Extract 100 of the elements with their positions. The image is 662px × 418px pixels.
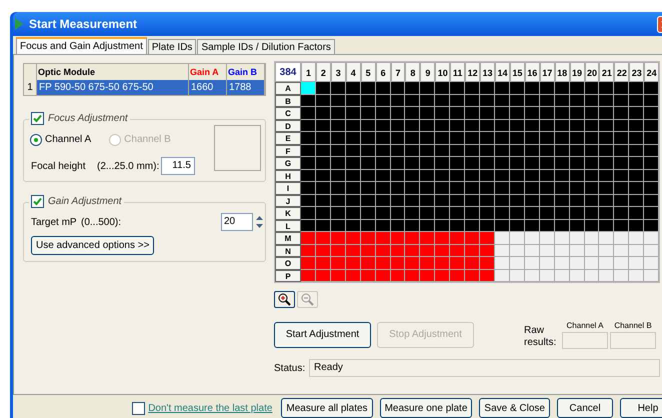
well[interactable] xyxy=(301,170,316,182)
column-header[interactable]: 3 xyxy=(330,62,346,82)
well[interactable] xyxy=(360,157,376,170)
column-header[interactable]: 19 xyxy=(570,62,585,82)
well[interactable] xyxy=(435,94,450,107)
row-header[interactable]: L xyxy=(275,220,301,232)
column-header[interactable]: 6 xyxy=(376,62,391,82)
well[interactable] xyxy=(465,132,480,144)
well[interactable] xyxy=(570,157,585,170)
well[interactable] xyxy=(360,132,376,144)
well[interactable] xyxy=(480,170,495,182)
well[interactable] xyxy=(435,82,450,94)
well[interactable] xyxy=(405,94,420,107)
well[interactable] xyxy=(450,132,466,144)
well[interactable] xyxy=(390,182,406,194)
focal-height-field[interactable]: 11.5 xyxy=(161,157,195,175)
well[interactable] xyxy=(316,82,331,94)
zoom-in-button[interactable] xyxy=(274,291,295,308)
table-row[interactable]: 1 FP 590-50 675-50 675-50 1660 1788 xyxy=(24,80,265,95)
footer-button[interactable]: Measure one plate xyxy=(380,398,472,418)
well[interactable] xyxy=(570,182,585,194)
well[interactable] xyxy=(614,182,630,194)
well[interactable] xyxy=(584,182,600,194)
well[interactable] xyxy=(480,207,495,220)
well[interactable] xyxy=(524,132,540,144)
well[interactable] xyxy=(629,107,644,120)
well[interactable] xyxy=(540,182,555,194)
well[interactable] xyxy=(540,82,555,94)
well[interactable] xyxy=(480,120,495,132)
column-header[interactable]: 13 xyxy=(480,62,495,82)
well[interactable] xyxy=(435,207,450,220)
column-header[interactable]: 4 xyxy=(346,62,361,82)
well[interactable] xyxy=(510,157,525,170)
well[interactable] xyxy=(614,207,630,220)
well[interactable] xyxy=(465,82,480,94)
well[interactable] xyxy=(540,132,555,144)
well[interactable] xyxy=(316,207,331,220)
well[interactable] xyxy=(376,182,391,194)
well[interactable] xyxy=(465,182,480,194)
well[interactable] xyxy=(465,144,480,157)
well[interactable] xyxy=(614,157,630,170)
well[interactable] xyxy=(570,132,585,144)
well[interactable] xyxy=(346,157,361,170)
well[interactable] xyxy=(346,82,361,94)
well[interactable] xyxy=(614,107,630,120)
well[interactable] xyxy=(644,120,660,132)
checkbox[interactable] xyxy=(31,112,44,125)
well[interactable] xyxy=(510,107,525,120)
well[interactable] xyxy=(540,107,555,120)
well[interactable] xyxy=(405,157,420,170)
well[interactable] xyxy=(599,194,614,207)
well[interactable] xyxy=(405,207,420,220)
well[interactable] xyxy=(644,132,660,144)
well[interactable] xyxy=(420,170,436,182)
well[interactable] xyxy=(584,207,600,220)
well[interactable] xyxy=(644,107,660,120)
well[interactable] xyxy=(435,220,450,232)
column-header[interactable]: 12 xyxy=(465,62,480,82)
column-header[interactable]: 8 xyxy=(405,62,420,82)
well[interactable] xyxy=(584,132,600,144)
well[interactable] xyxy=(420,144,436,157)
row-header[interactable]: F xyxy=(275,144,301,157)
well[interactable] xyxy=(301,94,316,107)
well[interactable] xyxy=(450,94,466,107)
well[interactable] xyxy=(405,132,420,144)
well[interactable] xyxy=(360,107,376,120)
well[interactable] xyxy=(629,182,644,194)
column-header[interactable]: 17 xyxy=(540,62,555,82)
row-header[interactable]: P xyxy=(275,270,301,282)
well[interactable] xyxy=(644,207,660,220)
well[interactable] xyxy=(554,182,570,194)
well[interactable] xyxy=(435,170,450,182)
well[interactable] xyxy=(599,120,614,132)
row-header[interactable]: C xyxy=(275,107,301,120)
well[interactable] xyxy=(450,82,466,94)
well[interactable] xyxy=(494,82,510,94)
well[interactable] xyxy=(629,120,644,132)
well[interactable] xyxy=(494,157,510,170)
well[interactable] xyxy=(420,220,436,232)
well[interactable] xyxy=(376,207,391,220)
well[interactable] xyxy=(405,144,420,157)
advanced-options-button[interactable]: Use advanced options >> xyxy=(31,236,154,255)
well[interactable] xyxy=(301,182,316,194)
well[interactable] xyxy=(524,82,540,94)
well[interactable] xyxy=(316,182,331,194)
well[interactable] xyxy=(644,144,660,157)
well[interactable] xyxy=(405,182,420,194)
well[interactable] xyxy=(480,144,495,157)
column-header[interactable]: 22 xyxy=(614,62,630,82)
well[interactable] xyxy=(480,194,495,207)
well[interactable] xyxy=(301,120,316,132)
well[interactable] xyxy=(301,132,316,144)
well[interactable] xyxy=(465,157,480,170)
well[interactable] xyxy=(614,82,630,94)
well[interactable] xyxy=(376,132,391,144)
row-header[interactable]: M xyxy=(275,232,301,244)
well[interactable] xyxy=(450,157,466,170)
column-header[interactable]: 11 xyxy=(450,62,466,82)
well[interactable] xyxy=(614,194,630,207)
row-header[interactable]: I xyxy=(275,182,301,194)
